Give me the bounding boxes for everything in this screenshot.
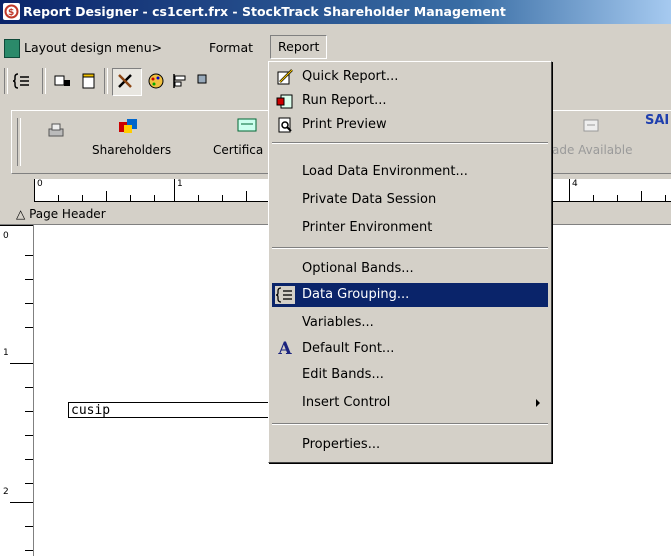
- menu-item-insert-control[interactable]: Insert Control: [272, 391, 548, 415]
- ruler-tick: [25, 327, 33, 328]
- layout-icon[interactable]: [194, 71, 214, 91]
- ruler-tick: [25, 483, 33, 484]
- ruler-mark: 4: [572, 179, 578, 189]
- ruler-tick: [10, 502, 33, 503]
- svg-text:$: $: [8, 8, 14, 18]
- menu-separator: [272, 247, 548, 249]
- ruler-tick: [641, 191, 642, 201]
- vertical-ruler: 0 1 2: [0, 225, 34, 556]
- menu-item-print-preview[interactable]: Print Preview: [272, 113, 548, 137]
- menu-item-load-data-environment[interactable]: Load Data Environment...: [272, 160, 548, 184]
- menu-item-properties[interactable]: Properties...: [272, 433, 548, 457]
- menu-layout-design[interactable]: Layout design menu>: [24, 40, 162, 55]
- ruler-tick: [617, 195, 618, 201]
- ruler-tick: [665, 195, 666, 201]
- run-report-icon: [275, 92, 295, 110]
- app-icon: $: [3, 3, 20, 20]
- print-preview-icon: [275, 116, 295, 134]
- ruler-tick: [593, 195, 594, 201]
- ruler-tick: [34, 179, 35, 201]
- data-grouping-icon[interactable]: [12, 71, 32, 91]
- menu-item-optional-bands[interactable]: Optional Bands...: [272, 257, 548, 281]
- printer-icon[interactable]: [46, 122, 66, 140]
- ruler-tick: [25, 387, 33, 388]
- menu-separator: [272, 142, 548, 144]
- trades-available-button[interactable]: ade Available: [552, 143, 632, 157]
- sa-label: SAI: [645, 113, 670, 128]
- ruler-tick: [246, 191, 247, 201]
- ruler-mark: 0: [3, 231, 9, 241]
- ruler-mark: 2: [3, 487, 9, 497]
- toolbar-separator: [4, 68, 8, 94]
- report-field-cusip[interactable]: cusip: [68, 402, 278, 418]
- color-palette-icon[interactable]: [146, 71, 166, 91]
- quick-report-icon: [275, 68, 295, 86]
- ruler-tick: [0, 225, 33, 226]
- ruler-tick: [25, 303, 33, 304]
- toolbar-separator: [42, 68, 46, 94]
- ruler-tick: [25, 550, 33, 551]
- shareholders-button[interactable]: Shareholders: [92, 143, 171, 157]
- menu-item-default-font[interactable]: A Default Font...: [272, 337, 548, 361]
- page-icon[interactable]: [78, 71, 98, 91]
- menu-separator: [272, 423, 548, 425]
- ruler-tick: [569, 179, 570, 201]
- ruler-tick: [10, 363, 33, 364]
- menu-format[interactable]: Format: [209, 40, 253, 55]
- ruler-tick: [174, 179, 175, 201]
- ruler-mark: 0: [37, 179, 43, 189]
- menu-item-data-grouping[interactable]: Data Grouping...: [272, 283, 548, 307]
- ruler-tick: [25, 255, 33, 256]
- submenu-arrow-icon: [536, 399, 540, 407]
- ruler-mark: 1: [3, 348, 9, 358]
- window-titlebar: $ Report Designer - cs1cert.frx - StockT…: [0, 0, 671, 24]
- ruler-tick: [130, 195, 131, 201]
- ruler-tick: [25, 526, 33, 527]
- toolbar-separator: [104, 68, 108, 94]
- menu-item-variables[interactable]: Variables...: [272, 311, 548, 335]
- ruler-mark: 1: [177, 179, 183, 189]
- page-header-label: △ Page Header: [16, 207, 106, 221]
- ruler-corner: [0, 179, 33, 201]
- menu-item-private-data-session[interactable]: Private Data Session: [272, 188, 548, 212]
- ruler-tick: [25, 459, 33, 460]
- menu-item-edit-bands[interactable]: Edit Bands...: [272, 363, 548, 387]
- font-icon: A: [278, 339, 292, 359]
- collapse-triangle-icon[interactable]: △: [16, 207, 25, 221]
- ruler-tick: [154, 195, 155, 201]
- toolbar-grip: [17, 118, 21, 166]
- menu-item-printer-environment[interactable]: Printer Environment: [272, 216, 548, 240]
- ruler-tick: [25, 411, 33, 412]
- document-icon: [4, 39, 20, 58]
- ruler-tick: [25, 435, 33, 436]
- ruler-tick: [198, 195, 199, 201]
- layout-tools-button[interactable]: [112, 68, 142, 96]
- ruler-tick: [106, 191, 107, 201]
- trades-icon[interactable]: [582, 118, 600, 134]
- certificates-icon[interactable]: [236, 116, 258, 134]
- certificates-button[interactable]: Certifica: [213, 143, 263, 157]
- ruler-tick: [58, 195, 59, 201]
- ruler-tick: [82, 195, 83, 201]
- menu-report[interactable]: Report: [270, 35, 328, 59]
- ruler-tick: [222, 195, 223, 201]
- menu-item-quick-report[interactable]: Quick Report...: [272, 65, 548, 89]
- ruler-tick: [25, 279, 33, 280]
- report-menu-dropdown: Quick Report... Run Report... Print Prev…: [268, 61, 552, 463]
- window-title: Report Designer - cs1cert.frx - StockTra…: [23, 4, 506, 19]
- align-icon[interactable]: [170, 71, 190, 91]
- shareholders-icon[interactable]: [117, 116, 139, 136]
- data-grouping-icon: [275, 286, 295, 304]
- menu-item-run-report[interactable]: Run Report...: [272, 89, 548, 113]
- control-toolbar-icon[interactable]: [52, 71, 72, 91]
